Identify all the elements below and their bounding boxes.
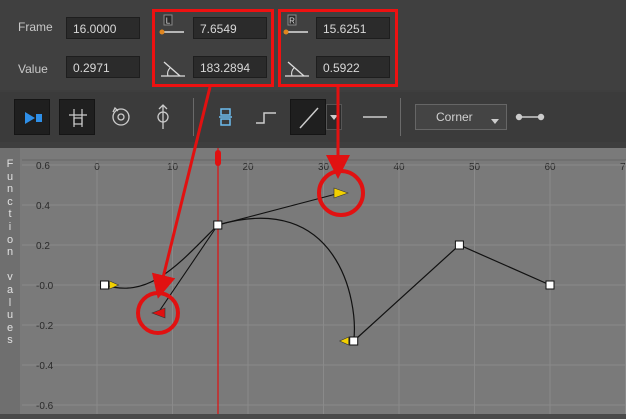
x-tick-label: 50 xyxy=(469,162,481,173)
play-keyframe-button[interactable] xyxy=(14,99,50,135)
y-tick-label: -0.0 xyxy=(36,281,54,292)
side-label-letter: s xyxy=(7,334,13,347)
constant-segment-button[interactable] xyxy=(357,99,393,135)
snap-grid-button[interactable] xyxy=(59,99,95,135)
side-label-letter xyxy=(0,259,20,272)
linear-interpolation-button[interactable] xyxy=(290,99,326,135)
toolbar-separator xyxy=(193,98,194,136)
y-tick-label: 0.2 xyxy=(36,241,50,252)
x-tick-label: 40 xyxy=(393,162,405,173)
function-graph-canvas[interactable]: 0 10 20 30 40 50 60 70 0.6 0.4 0.2 -0.0 -0.2 -0.4 -0.6 xyxy=(0,148,626,414)
left-handle-line xyxy=(157,224,219,314)
playhead-marker xyxy=(215,150,221,166)
function-graph[interactable]: 0 10 20 30 40 50 60 70 0.6 0.4 0.2 -0.0 -0.2 -0.4 -0.6 xyxy=(0,148,626,414)
side-label-letter: t xyxy=(8,208,12,221)
keyframe-point xyxy=(349,336,359,346)
side-label-letter: a xyxy=(6,283,14,296)
x-tick-label: 0 xyxy=(94,162,100,173)
y-tick-label: -0.2 xyxy=(36,321,54,332)
align-keyframe-button[interactable] xyxy=(208,99,244,135)
y-tick-label: 0.6 xyxy=(36,161,50,172)
chevron-down-icon xyxy=(491,119,499,124)
side-label-letter: e xyxy=(6,321,14,334)
curve-segment xyxy=(217,217,355,342)
left-handle-highlight xyxy=(152,9,274,87)
rotate-keyframe-button[interactable] xyxy=(103,99,139,135)
side-label-letter: n xyxy=(6,246,14,259)
curve-segment xyxy=(353,244,551,342)
x-tick-label: 30 xyxy=(318,162,330,173)
side-label-letter: c xyxy=(7,195,13,208)
corner-dropdown-label: Corner xyxy=(436,110,473,124)
right-bezier-handle xyxy=(333,187,349,199)
x-tick-label: 70 xyxy=(620,162,626,173)
function-values-side-label: Function values xyxy=(0,148,20,414)
x-tick-label: 60 xyxy=(544,162,556,173)
right-handle-highlight xyxy=(278,9,398,87)
x-tick-label: 10 xyxy=(167,162,179,173)
keyframe-point xyxy=(213,220,223,230)
y-tick-label: 0.4 xyxy=(36,201,50,212)
side-label-letter: l xyxy=(8,296,12,309)
scale-keyframe-button[interactable] xyxy=(145,99,181,135)
y-tick-label: -0.6 xyxy=(36,401,54,412)
y-tick-label: -0.4 xyxy=(36,361,54,372)
frame-field[interactable]: 16.0000 xyxy=(66,17,140,39)
corner-dropdown[interactable]: Corner xyxy=(415,104,507,130)
side-label-letter: o xyxy=(6,233,14,246)
side-label-letter: F xyxy=(6,158,14,170)
keyframe-point xyxy=(100,280,110,290)
function-editor-panel: Frame 16.0000 Value 0.2971 L 7.6549 183.… xyxy=(0,0,626,414)
left-bezier-handle xyxy=(151,307,166,319)
x-tick-label: 20 xyxy=(242,162,254,173)
frame-label: Frame xyxy=(18,20,53,34)
bezier-handle xyxy=(338,336,350,346)
toolbar-separator xyxy=(400,98,401,136)
side-label-letter: i xyxy=(8,220,12,233)
curve-segment xyxy=(104,224,219,289)
side-label-letter: u xyxy=(6,309,14,322)
side-label-letter: n xyxy=(6,183,14,196)
stepped-interpolation-button[interactable] xyxy=(248,99,284,135)
side-label-letter: v xyxy=(7,271,13,284)
keyframe-point xyxy=(545,280,555,290)
interpolation-dropdown-button[interactable] xyxy=(326,104,342,130)
value-label: Value xyxy=(18,62,48,76)
side-label-letter: u xyxy=(6,170,14,183)
smooth-handles-button[interactable] xyxy=(512,99,548,135)
keyframe-point xyxy=(454,240,464,250)
value-field[interactable]: 0.2971 xyxy=(66,56,140,78)
